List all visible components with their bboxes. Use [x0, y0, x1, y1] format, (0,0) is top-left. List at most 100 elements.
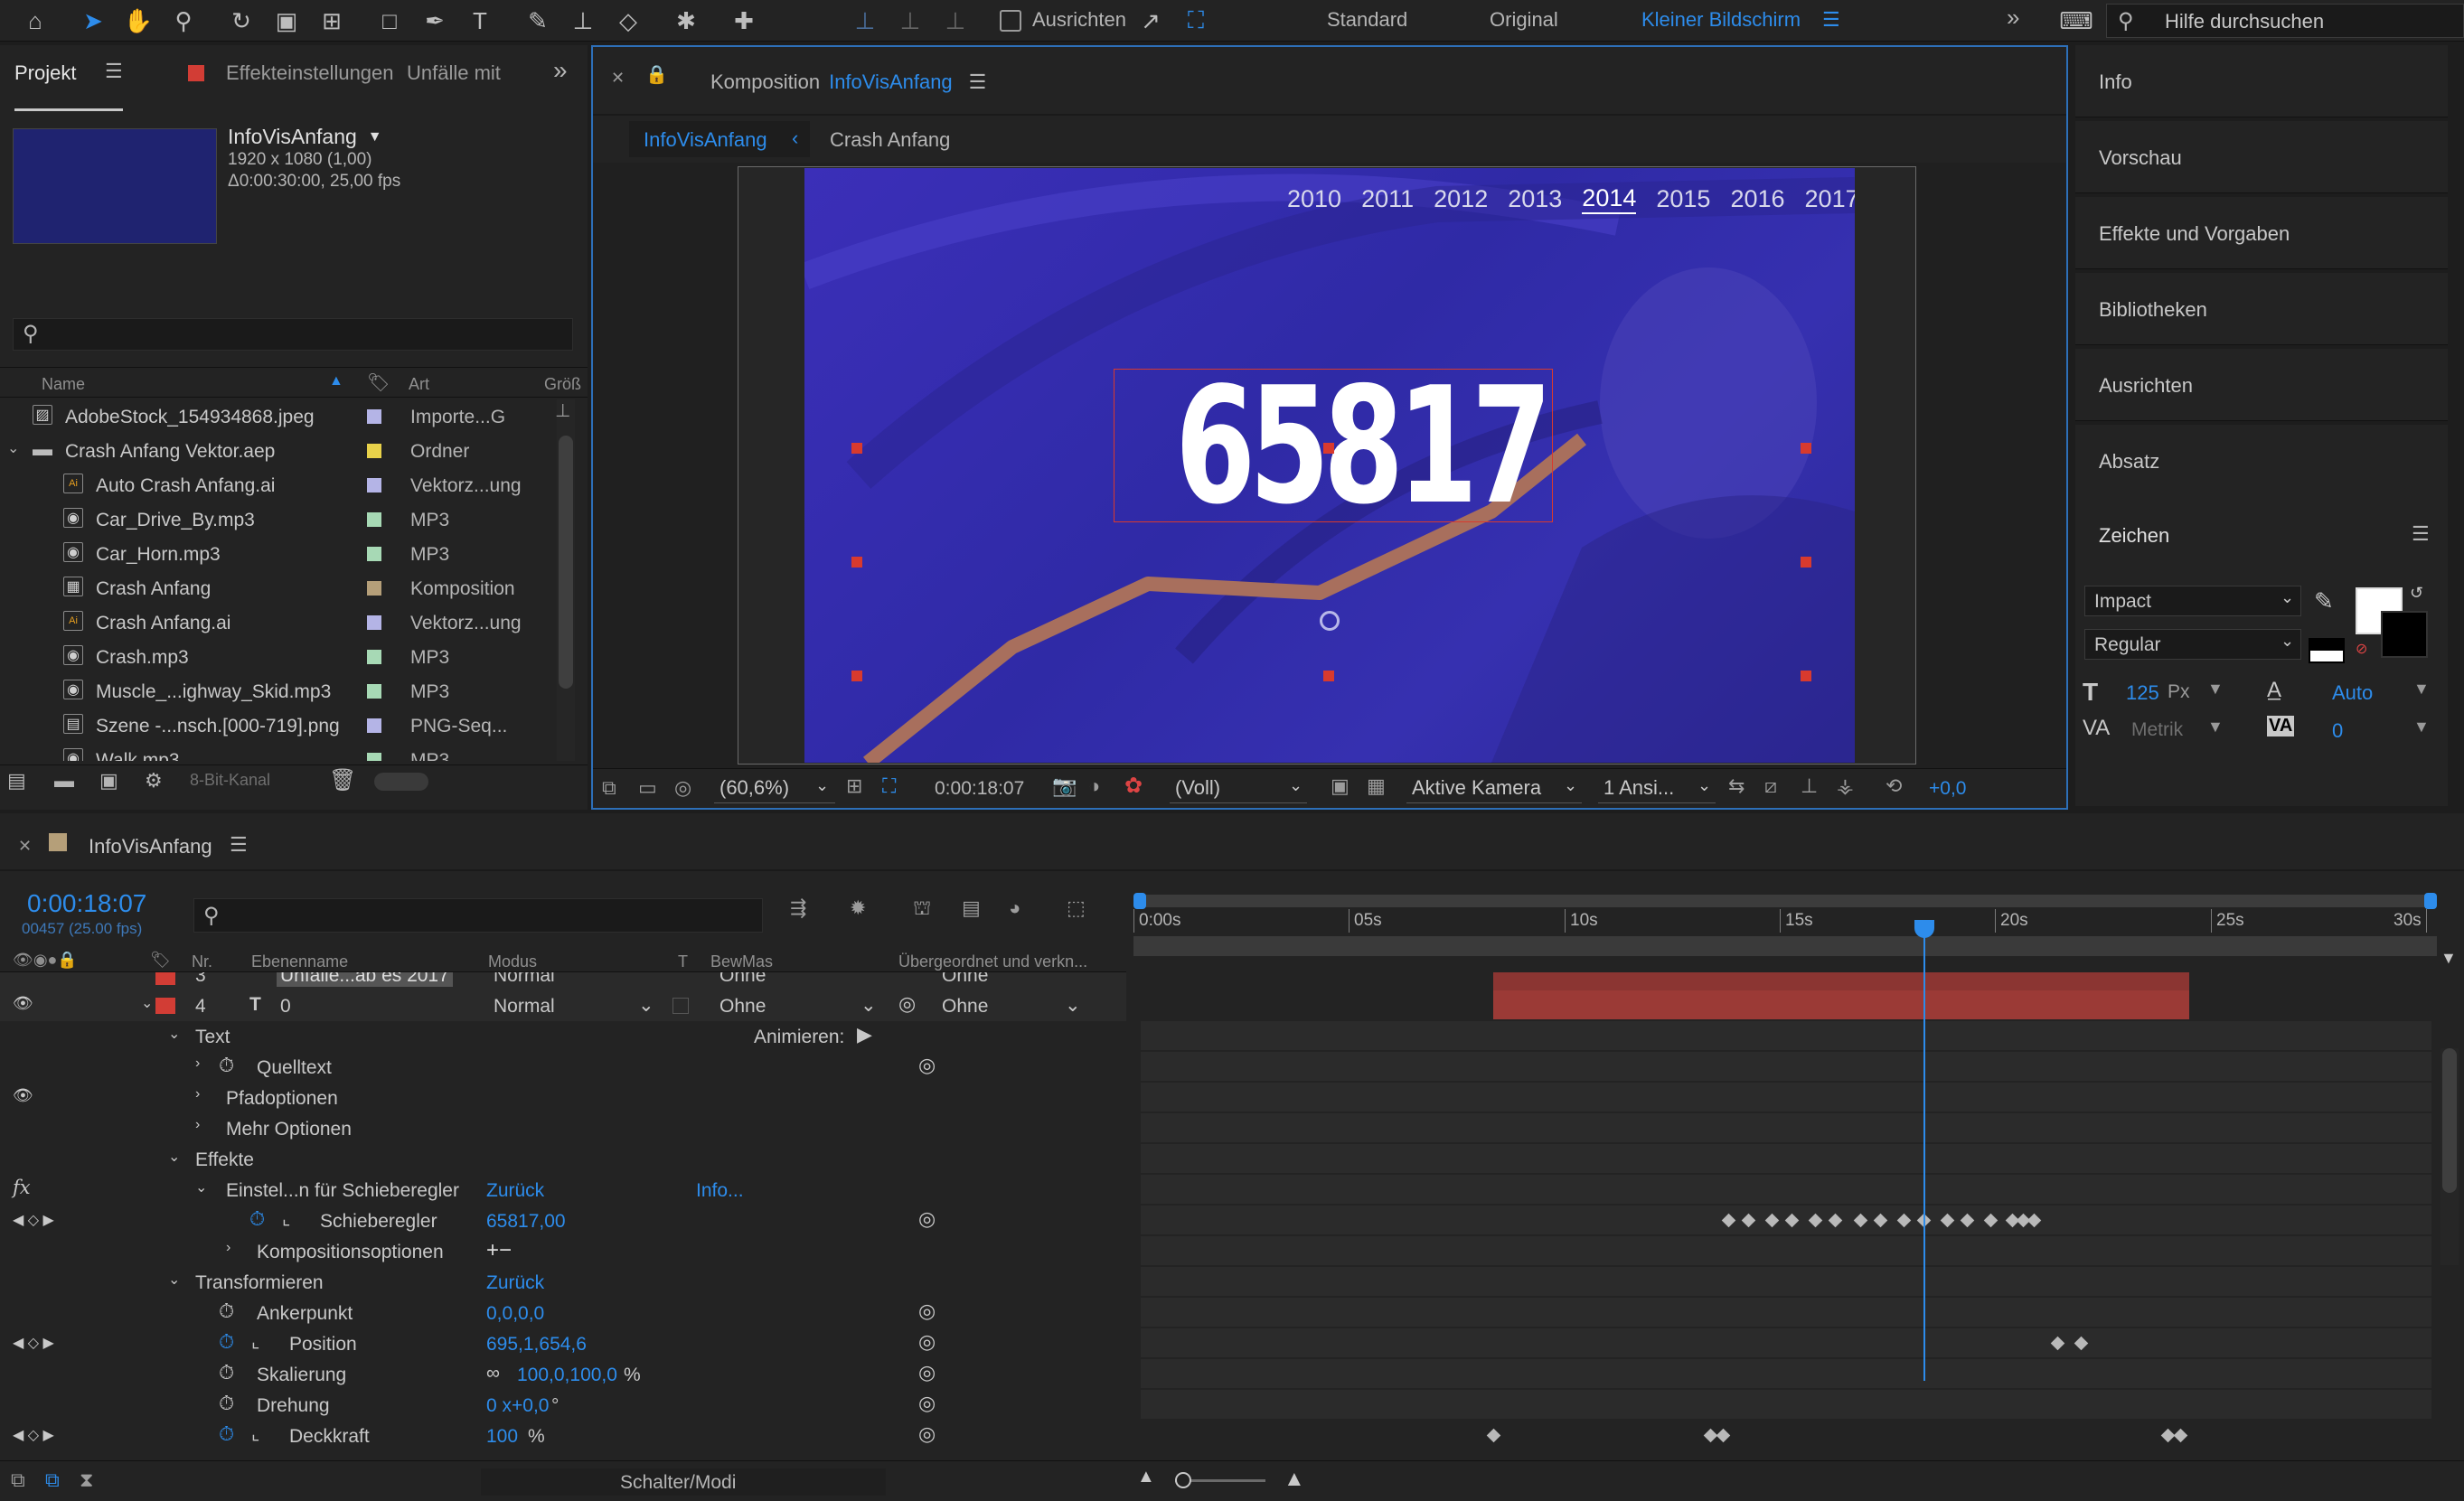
world-axis-icon[interactable]: ⊥: [895, 5, 926, 36]
draft-3d-icon[interactable]: ⧄: [1764, 774, 1777, 798]
keyframe-navigator-icon[interactable]: ◀ ◇ ▶: [13, 1426, 54, 1444]
stroke-color-swatch[interactable]: [2381, 611, 2428, 658]
list-item[interactable]: ◉ Car_Horn.mp3 MP3: [0, 537, 557, 571]
close-icon[interactable]: ✕: [611, 69, 625, 88]
zoom-out-icon[interactable]: ▲: [1137, 1467, 1155, 1487]
pick-whip-icon[interactable]: ◎: [918, 1422, 936, 1446]
handle[interactable]: [1801, 557, 1811, 568]
transform-reset-link[interactable]: Zurück: [486, 1272, 544, 1294]
snapping-icon[interactable]: ↗: [1135, 5, 1166, 36]
in-out-icon[interactable]: ⧗: [80, 1468, 93, 1492]
eyedropper-icon[interactable]: ✎: [2314, 587, 2334, 615]
transfer-controls-icon[interactable]: ⧉: [45, 1468, 60, 1492]
label-tag-icon[interactable]: 🏷: [150, 951, 171, 970]
comp-mini-flowchart-icon[interactable]: ⇶: [790, 896, 806, 920]
chevron-down-icon[interactable]: ▼: [2207, 680, 2224, 699]
pick-whip-icon[interactable]: ◎: [918, 1054, 936, 1077]
label-tag-icon[interactable]: 🏷: [367, 371, 390, 394]
property-track[interactable]: [1141, 1083, 2431, 1112]
show-snapshot-icon[interactable]: ◑: [1088, 774, 1100, 798]
list-item[interactable]: Ai Crash Anfang.ai Vektorz...ung: [0, 605, 557, 640]
chevron-right-icon[interactable]: ›: [195, 1055, 200, 1072]
white-black-swatch[interactable]: [2309, 638, 2345, 663]
col-type[interactable]: Art: [409, 375, 429, 394]
brush-tool-icon[interactable]: ✎: [522, 5, 553, 36]
col-t[interactable]: T: [678, 952, 688, 971]
info-link[interactable]: Info...: [696, 1180, 744, 1202]
flowchart-icon[interactable]: ⊥: [555, 399, 570, 422]
prop-opacity[interactable]: ◀ ◇ ▶ ⏱ ⌞ Deckkraft 100 % ◎: [0, 1421, 1126, 1451]
pen-tool-icon[interactable]: ✒: [419, 5, 450, 36]
tab-project[interactable]: Projekt: [14, 61, 76, 85]
zoom-tool-icon[interactable]: ⚲: [168, 5, 199, 36]
toggle-switches-modes[interactable]: Schalter/Modi: [481, 1468, 886, 1496]
anchor-point-icon[interactable]: [1320, 611, 1340, 631]
layer-row-4[interactable]: 👁 ⌄ 4 T 0 Normal ⌄ Ohne ⌄ ◎ Ohne ⌄: [0, 990, 1126, 1021]
timeline-menu-icon[interactable]: ☰: [230, 833, 248, 857]
slider-value[interactable]: 65817,00: [486, 1211, 566, 1233]
prop-path-options[interactable]: 👁 › Pfadoptionen: [0, 1083, 1126, 1113]
work-area[interactable]: [1133, 936, 2437, 956]
time-ruler[interactable]: 0:00s 05s 10s 15s 20s 25s 30s: [1133, 909, 2437, 934]
stopwatch-icon[interactable]: ⏱: [219, 1054, 234, 1077]
flowchart-icon[interactable]: ⊥: [1801, 774, 1818, 798]
zoom-marker-icon[interactable]: ▼: [2440, 949, 2459, 976]
label-color-swatch[interactable]: [367, 512, 381, 527]
no-fill-icon[interactable]: ⊘: [2356, 640, 2367, 658]
character-menu-icon[interactable]: ☰: [2412, 522, 2430, 546]
animate-play-icon[interactable]: ▶: [857, 1023, 872, 1046]
panel-vorschau[interactable]: Vorschau: [2075, 121, 2448, 193]
pick-whip-icon[interactable]: ◎: [918, 1330, 936, 1354]
keyboard-icon[interactable]: ⌨: [2059, 5, 2093, 36]
draft-3d-icon[interactable]: ✹: [850, 896, 866, 920]
col-layer-name[interactable]: Ebenenname: [251, 952, 348, 971]
sort-arrow-icon[interactable]: ▲: [329, 373, 343, 389]
handle[interactable]: [1323, 443, 1334, 454]
property-track[interactable]: [1141, 1175, 2431, 1205]
timeline-scrollbar[interactable]: [2440, 1048, 2459, 1265]
property-track[interactable]: [1141, 1113, 2431, 1143]
stopwatch-icon[interactable]: ⏱: [249, 1207, 265, 1231]
handle[interactable]: [1801, 443, 1811, 454]
prop-slider[interactable]: ◀ ◇ ▶ ⏱ ⌞ Schieberegler 65817,00 ◎: [0, 1205, 1126, 1236]
new-comp-icon[interactable]: ▣: [99, 769, 118, 793]
pick-whip-icon[interactable]: ◎: [898, 992, 916, 1016]
list-item[interactable]: ▤ Szene -...nsch.[000-719].png PNG-Seq...: [0, 708, 557, 743]
clone-stamp-icon[interactable]: ⊥: [568, 5, 598, 36]
handle[interactable]: [851, 671, 862, 681]
list-item[interactable]: ◉ Muscle_...ighway_Skid.mp3 MP3: [0, 674, 557, 708]
pick-whip-icon[interactable]: ◎: [918, 1207, 936, 1231]
position-value[interactable]: 695,1,654,6: [486, 1334, 587, 1356]
workspace-original[interactable]: Original: [1490, 8, 1558, 32]
eraser-tool-icon[interactable]: ◇: [613, 5, 644, 36]
property-track[interactable]: [1141, 1298, 2431, 1327]
leading-value[interactable]: Auto: [2332, 681, 2373, 705]
property-track[interactable]: [1141, 1267, 2431, 1297]
toggle-pixel-aspect-icon[interactable]: ⇆: [1728, 774, 1745, 798]
timeline-tab[interactable]: InfoVisAnfang: [89, 835, 212, 858]
av-features-icon[interactable]: 👁◉●🔒: [13, 951, 78, 970]
zoom-dropdown[interactable]: (60,6%) ⌄: [714, 774, 835, 803]
roto-brush-icon[interactable]: ✱: [671, 5, 701, 36]
prop-comp-options[interactable]: › Kompositionsoptionen +−: [0, 1236, 1126, 1267]
label-color-swatch[interactable]: [367, 718, 381, 733]
type-tool-icon[interactable]: T: [465, 5, 495, 36]
puppet-pin-icon[interactable]: ✚: [729, 5, 759, 36]
list-item[interactable]: ▨ AdobeStock_154934868.jpeg Importe...G: [0, 399, 557, 434]
prop-source-text[interactable]: › ⏱ Quelltext ◎: [0, 1052, 1126, 1083]
exposure-value[interactable]: +0,0: [1929, 778, 1966, 800]
property-track[interactable]: [1141, 1021, 2431, 1051]
zoom-slider-thumb[interactable]: [1175, 1472, 1191, 1488]
local-axis-icon[interactable]: ⊥: [850, 5, 880, 36]
project-menu-icon[interactable]: ☰: [105, 60, 123, 83]
col-track-matte[interactable]: BewMas: [710, 952, 773, 971]
chevron-down-icon[interactable]: ⌄: [168, 1025, 180, 1043]
new-folder-icon[interactable]: ▬: [54, 769, 74, 793]
panel-bibliotheken[interactable]: Bibliotheken: [2075, 273, 2448, 345]
prop-transform[interactable]: ⌄ Transformieren Zurück: [0, 1267, 1126, 1298]
chevron-right-icon[interactable]: ›: [195, 1086, 200, 1102]
chevron-down-icon[interactable]: ⌄: [168, 1271, 180, 1289]
list-item[interactable]: ◉ Car_Drive_By.mp3 MP3: [0, 502, 557, 537]
chevron-right-icon[interactable]: ›: [195, 1117, 200, 1133]
workspace-menu-icon[interactable]: ☰: [1822, 8, 1840, 32]
